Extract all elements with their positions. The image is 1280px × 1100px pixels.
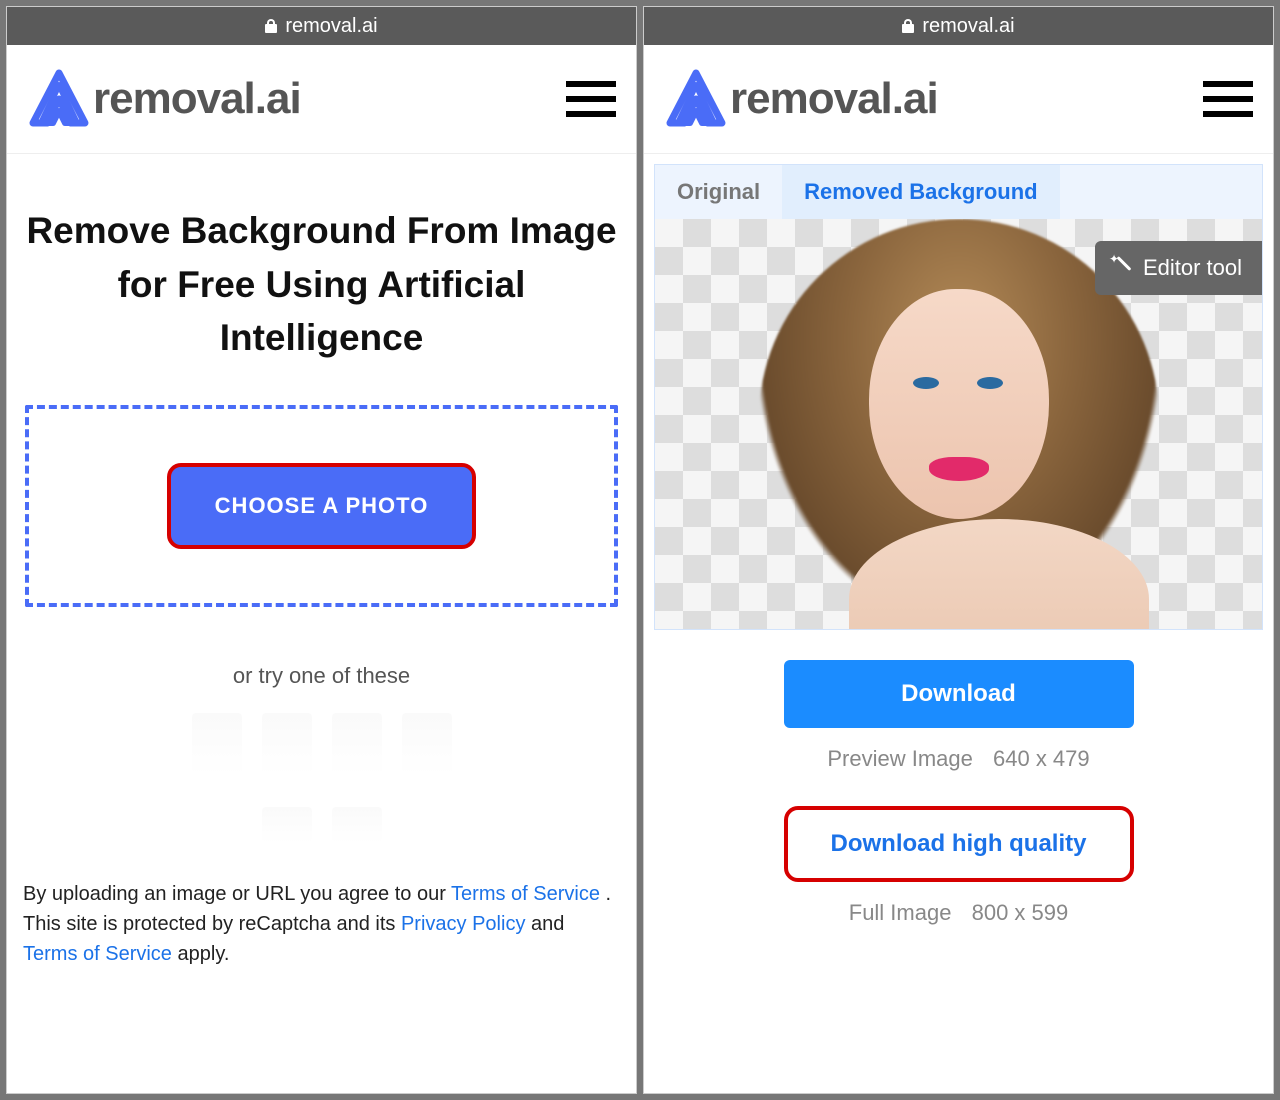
- address-domain: removal.ai: [922, 15, 1014, 38]
- result-image-preview: Editor tool: [655, 219, 1262, 629]
- full-image-caption: Full Image 800 x 599: [849, 900, 1068, 926]
- legal-mid2: and: [531, 913, 564, 935]
- try-one-of-these-text: or try one of these: [23, 663, 620, 689]
- sample-thumb[interactable]: [332, 807, 382, 843]
- page-left-body: Remove Background From Image for Free Us…: [7, 154, 636, 1093]
- editor-tool-button[interactable]: Editor tool: [1095, 241, 1262, 295]
- preview-image-label: Preview Image: [827, 746, 973, 771]
- hero-heading: Remove Background From Image for Free Us…: [23, 204, 620, 365]
- wand-icon: [1111, 258, 1131, 278]
- sample-thumbnails-row: [23, 713, 620, 775]
- logo[interactable]: removal.ai: [27, 67, 301, 131]
- logo[interactable]: removal.ai: [664, 67, 938, 131]
- result-panel: Original Removed Background Editor tool: [654, 164, 1263, 630]
- address-domain: removal.ai: [285, 15, 377, 38]
- sample-thumb[interactable]: [262, 807, 312, 843]
- logo-text: removal.ai: [93, 74, 301, 124]
- logo-text: removal.ai: [730, 74, 938, 124]
- logo-mark-icon: [27, 67, 91, 131]
- tab-original[interactable]: Original: [655, 165, 782, 219]
- phone-right: removal.ai removal.ai Original Removed B…: [643, 6, 1274, 1094]
- download-high-quality-button[interactable]: Download high quality: [784, 806, 1134, 882]
- sample-thumb[interactable]: [192, 713, 242, 775]
- choose-photo-button[interactable]: CHOOSE A PHOTO: [167, 463, 477, 549]
- lock-icon: [902, 19, 914, 33]
- addressbar: removal.ai: [7, 7, 636, 45]
- preview-image-caption: Preview Image 640 x 479: [827, 746, 1089, 772]
- terms-of-service-link-2[interactable]: Terms of Service: [23, 943, 172, 965]
- full-image-label: Full Image: [849, 900, 952, 925]
- legal-text: By uploading an image or URL you agree t…: [23, 879, 620, 969]
- terms-of-service-link[interactable]: Terms of Service: [451, 883, 600, 905]
- legal-prefix: By uploading an image or URL you agree t…: [23, 883, 451, 905]
- result-tabs: Original Removed Background: [655, 165, 1262, 219]
- privacy-policy-link[interactable]: Privacy Policy: [401, 913, 525, 935]
- sample-thumb[interactable]: [402, 713, 452, 775]
- preview-image-size: 640 x 479: [993, 746, 1090, 771]
- sample-thumb[interactable]: [262, 713, 312, 775]
- hamburger-menu-icon[interactable]: [566, 81, 616, 117]
- header: removal.ai: [644, 45, 1273, 154]
- logo-mark-icon: [664, 67, 728, 131]
- page-right-body: Original Removed Background Editor tool: [644, 154, 1273, 1093]
- addressbar: removal.ai: [644, 7, 1273, 45]
- header: removal.ai: [7, 45, 636, 154]
- full-image-size: 800 x 599: [972, 900, 1069, 925]
- sample-thumbnails-row-2: [23, 807, 620, 843]
- hamburger-menu-icon[interactable]: [1203, 81, 1253, 117]
- lock-icon: [265, 19, 277, 33]
- sample-thumb[interactable]: [332, 713, 382, 775]
- downloads-section: Download Preview Image 640 x 479 Downloa…: [654, 630, 1263, 970]
- tab-removed-background[interactable]: Removed Background: [782, 165, 1060, 219]
- download-button[interactable]: Download: [784, 660, 1134, 728]
- editor-tool-label: Editor tool: [1143, 255, 1242, 281]
- upload-dropzone[interactable]: CHOOSE A PHOTO: [25, 405, 618, 607]
- phone-left: removal.ai removal.ai Remove Background …: [6, 6, 637, 1094]
- legal-suffix: apply.: [178, 943, 230, 965]
